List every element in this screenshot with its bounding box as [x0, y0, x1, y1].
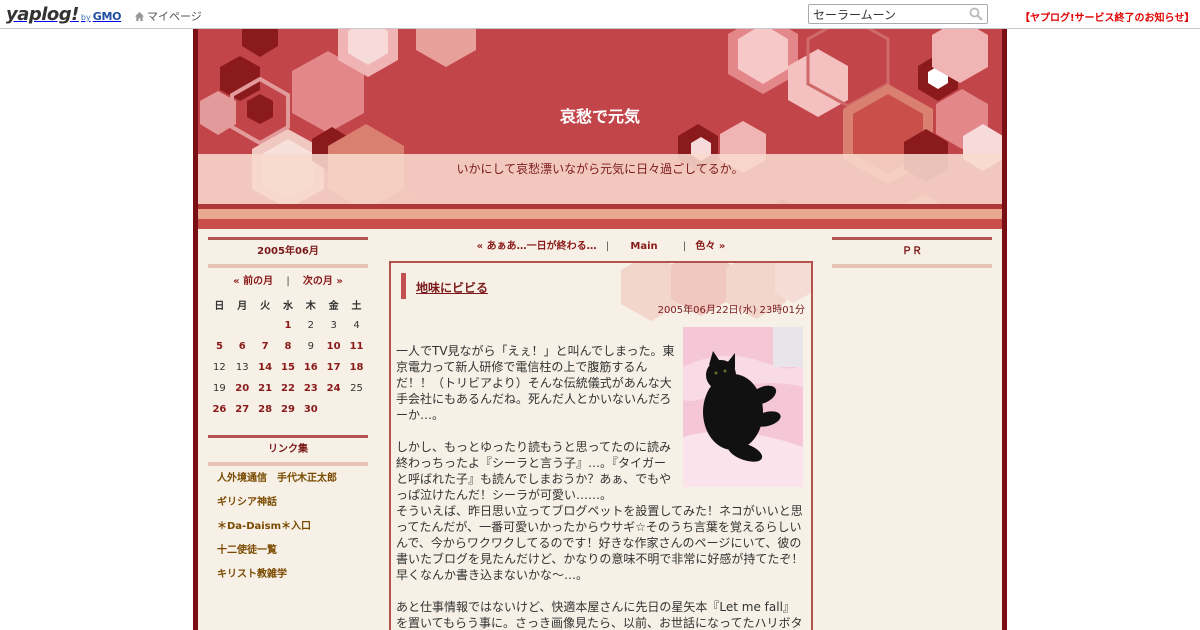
calendar-day: 2 [307, 320, 314, 331]
calendar-day[interactable]: 17 [322, 357, 345, 378]
calendar-day[interactable]: 5 [208, 336, 231, 357]
calendar-weekday: 土 [351, 300, 362, 312]
entry-title[interactable]: 地味にビビる [416, 279, 488, 296]
calendar-day: 13 [235, 362, 249, 373]
entry-paragraph: あと仕事情報ではないけど、快適本屋さんに先日の星矢本『Let me fall』を… [396, 600, 803, 630]
calendar-nav: « 前の月 | 次の月 » [208, 272, 368, 287]
main-link[interactable]: Main [630, 241, 657, 252]
calendar-week: 19 20 21 22 23 24 25 [208, 378, 368, 399]
calendar-day[interactable]: 20 [231, 378, 254, 399]
calendar-title: 2005年06月 [208, 237, 368, 268]
calendar-day[interactable]: 10 [322, 336, 345, 357]
blog-header: 哀愁で元気 いかにして哀愁漂いながら元気に日々過ごしてるか。 [198, 29, 1002, 229]
logo-by: by [80, 13, 91, 22]
calendar-day: 19 [213, 383, 226, 394]
calendar-day[interactable]: 24 [322, 378, 345, 399]
entry-navigation: « あぁあ…一日が終わる… | Main | 色々 » [390, 237, 812, 252]
calendar-day[interactable]: 22 [277, 378, 300, 399]
search-box [808, 4, 988, 24]
calendar-weekday: 水 [282, 300, 293, 312]
calendar-day[interactable]: 1 [277, 315, 300, 336]
calendar-day: 4 [353, 320, 360, 331]
calendar-table: 日月火水木金土 1 2 3 4 5 6 7 8 9 10 11 12 13 14 15 16 17 18 19 20 2… [208, 293, 368, 420]
calendar-day[interactable]: 23 [299, 378, 322, 399]
calendar-day [231, 315, 254, 336]
calendar-day[interactable]: 29 [277, 399, 300, 420]
next-entry-link[interactable]: 色々 » [695, 241, 725, 252]
calendar-weekday: 日 [214, 300, 225, 312]
blog-frame: 哀愁で元気 いかにして哀愁漂いながら元気に日々過ごしてるか。 2005年06月 … [193, 29, 1007, 630]
blog-entry: 地味にビビる 2005年06月22日(水) 23時01分 一人でTV見ながら「え… [389, 261, 813, 630]
calendar-day: 12 [213, 362, 226, 373]
header-stripe [198, 209, 1002, 219]
entry-date: 2005年06月22日(水) 23時01分 [657, 305, 805, 316]
calendar-box: 2005年06月 « 前の月 | 次の月 » 日月火水木金土 123456789… [208, 237, 368, 420]
sidebar-link[interactable]: キリスト教雑学 [217, 563, 368, 587]
next-month-link[interactable]: 次の月 » [303, 276, 343, 287]
header-stripe [198, 219, 1002, 229]
calendar-weekday: 月 [237, 300, 248, 312]
sidebar-link[interactable]: ＊Da-Daism＊入口 [217, 515, 368, 539]
calendar-weekday: 木 [305, 300, 316, 312]
calendar-day[interactable]: 26 [208, 399, 231, 420]
calendar-day[interactable]: 8 [277, 336, 300, 357]
links-title: リンク集 [208, 435, 368, 466]
calendar-day[interactable]: 28 [254, 399, 277, 420]
calendar-day[interactable]: 18 [345, 357, 368, 378]
pr-title: ＰＲ [832, 237, 992, 268]
calendar-day[interactable]: 6 [231, 336, 254, 357]
entry-paragraph: 一人でTV見ながら「えぇ！」と叫んでしまった。東京電力って新人研修で電信柱の上で… [396, 344, 675, 422]
calendar-day[interactable]: 16 [299, 357, 322, 378]
calendar-day: 25 [350, 383, 363, 394]
calendar-week: 26 27 28 29 30 [208, 399, 368, 420]
sidebar-link[interactable]: 人外境通信 手代木正太郎 [217, 467, 368, 491]
calendar-week: 12 13 14 15 16 17 18 [208, 357, 368, 378]
pr-box: ＰＲ [832, 237, 992, 268]
calendar-day [208, 315, 231, 336]
calendar-day[interactable]: 7 [254, 336, 277, 357]
sidebar-link[interactable]: 十二使徒一覧 [217, 539, 368, 563]
service-end-notice-link[interactable]: 【ヤプログ!サービス終了のお知らせ】 [1020, 9, 1194, 24]
blog-title[interactable]: 哀愁で元気 [198, 103, 1002, 127]
nav-separator: | [682, 241, 687, 252]
calendar-weekday: 金 [328, 300, 339, 312]
search-input[interactable] [809, 5, 967, 23]
link-list: 人外境通信 手代木正太郎 ギリシア神話 ＊Da-Daism＊入口 十二使徒一覧 キリスト… [208, 467, 368, 587]
calendar-week: 12 3 4 [208, 315, 368, 336]
calendar-day: 3 [330, 320, 337, 331]
prev-entry-link[interactable]: « あぁあ…一日が終わる… [477, 241, 597, 252]
magnifier-icon[interactable] [969, 7, 983, 21]
logo-gmo: GMO [92, 10, 122, 23]
links-box: リンク集 人外境通信 手代木正太郎 ギリシア神話 ＊Da-Daism＊入口 十二使徒一… [208, 435, 368, 587]
entry-body: 一人でTV見ながら「えぇ！」と叫んでしまった。東京電力って新人研修で電信柱の上で… [396, 343, 806, 630]
yaplog-logo[interactable]: yaplog! by GMO [6, 4, 122, 25]
top-bar: yaplog! by GMO マイページ 【ヤプログ!サービス終了のお知らせ】 [0, 0, 1200, 29]
calendar-day[interactable]: 15 [277, 357, 300, 378]
entry-paragraph: そういえば、昨日思い立ってブログペットを設置してみた！ネコがいいと思ってたんだが… [396, 504, 804, 582]
entry-title-bar: 地味にビビる [401, 273, 488, 299]
calendar-day [254, 315, 277, 336]
calendar-weekday: 火 [260, 300, 271, 312]
calendar-day[interactable]: 30 [299, 399, 322, 420]
mypage-label: マイページ [147, 10, 202, 23]
calendar-day [345, 399, 368, 420]
calendar-day[interactable]: 14 [254, 357, 277, 378]
calendar-day[interactable]: 27 [231, 399, 254, 420]
house-icon [134, 11, 145, 21]
blog-inner: 哀愁で元気 いかにして哀愁漂いながら元気に日々過ごしてるか。 2005年06月 … [198, 29, 1002, 630]
mypage-link[interactable]: マイページ [134, 8, 202, 24]
entry-paragraph: しかし、もっとゆったり読もうと思ってたのに読み終わっちったよ『シーラと言う子』…… [396, 440, 672, 502]
prev-month-link[interactable]: « 前の月 [233, 276, 273, 287]
logo-text: yaplog! [6, 4, 79, 25]
calendar-nav-separator: | [286, 276, 290, 287]
calendar-day: 9 [307, 341, 314, 352]
sidebar-link[interactable]: ギリシア神話 [217, 491, 368, 515]
blog-description: いかにして哀愁漂いながら元気に日々過ごしてるか。 [456, 162, 744, 176]
nav-separator: | [605, 241, 610, 252]
calendar-week: 5 6 7 8 9 10 11 [208, 336, 368, 357]
calendar-day [322, 399, 345, 420]
calendar-day[interactable]: 21 [254, 378, 277, 399]
calendar-day[interactable]: 11 [345, 336, 368, 357]
